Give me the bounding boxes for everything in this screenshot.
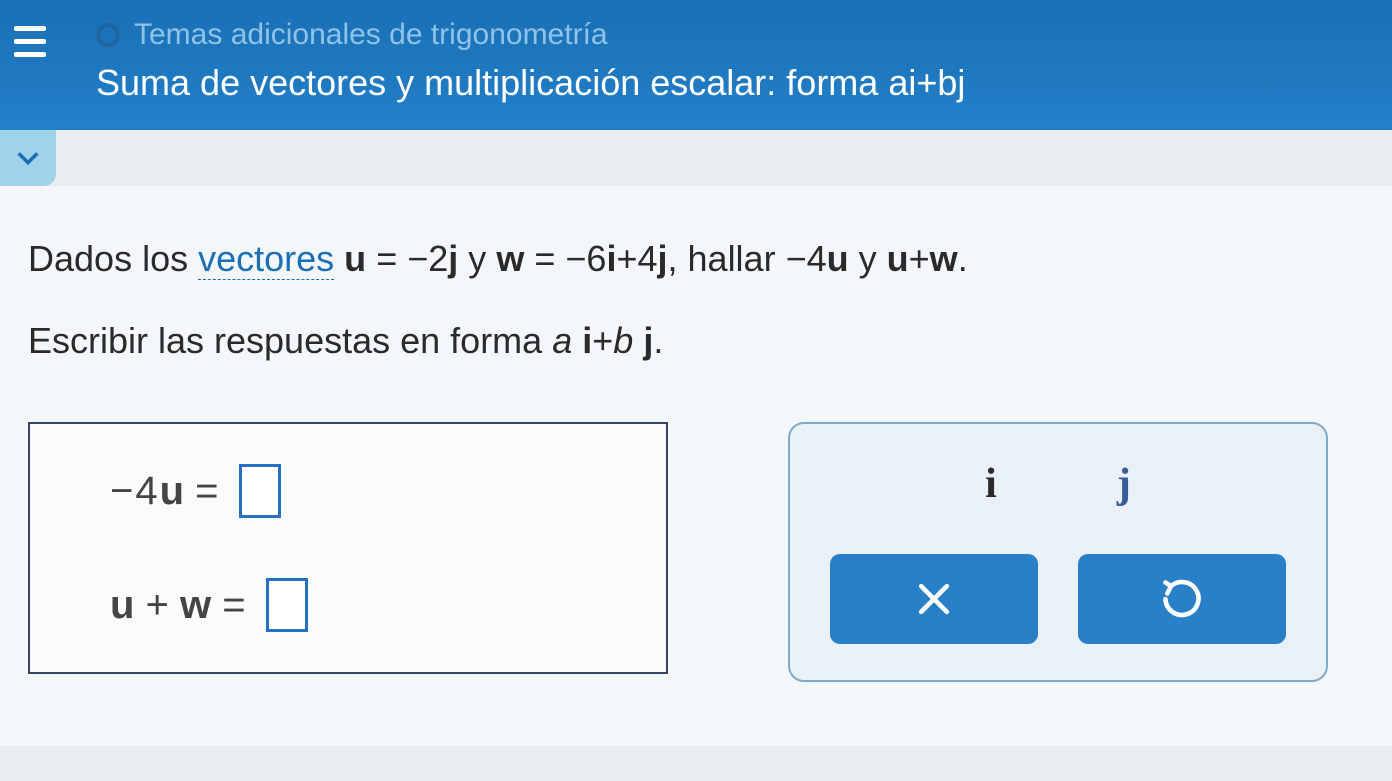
x-icon bbox=[912, 577, 956, 621]
and-1: y bbox=[458, 238, 496, 279]
expr1-vec: u bbox=[827, 238, 849, 279]
instr-j: j bbox=[643, 320, 653, 361]
q-period: . bbox=[958, 238, 968, 279]
ans1-vec: u bbox=[160, 469, 184, 513]
keypad-buttons-row bbox=[830, 554, 1286, 644]
w-coef-j: +4 bbox=[616, 238, 657, 279]
answer-input-2[interactable] bbox=[266, 578, 308, 632]
w-basis-i: i bbox=[606, 238, 616, 279]
w-coef-i: −6 bbox=[565, 238, 606, 279]
header-bar: Temas adicionales de trigonometría Suma … bbox=[0, 0, 1392, 130]
instr-period: . bbox=[653, 320, 663, 361]
bottom-row: −4u = u + w = i j bbox=[28, 422, 1362, 682]
var-u: u bbox=[344, 238, 366, 279]
u-coef: −2 bbox=[407, 238, 448, 279]
key-i[interactable]: i bbox=[985, 460, 997, 508]
expr2-w: w bbox=[930, 238, 958, 279]
topic-status-icon bbox=[96, 23, 120, 47]
keypad-vectors-row: i j bbox=[830, 460, 1286, 508]
w-basis-j: j bbox=[658, 238, 668, 279]
u-basis: j bbox=[448, 238, 458, 279]
ans2-eq: = bbox=[222, 583, 245, 627]
question-prefix: Dados los bbox=[28, 238, 198, 279]
menu-icon[interactable] bbox=[0, 18, 60, 65]
keypad-panel: i j bbox=[788, 422, 1328, 682]
answer-panel: −4u = u + w = bbox=[28, 422, 668, 674]
chevron-down-icon bbox=[14, 144, 42, 172]
expr2-plus: + bbox=[909, 238, 930, 279]
answer-line-2: u + w = bbox=[110, 578, 626, 632]
instr-plus: + bbox=[592, 320, 613, 361]
ans2-w: w bbox=[180, 583, 211, 627]
equals-1: = bbox=[376, 238, 397, 279]
ans1-scalar: −4 bbox=[110, 469, 160, 513]
question-text: Dados los vectores u = −2j y w = −6i+4j,… bbox=[28, 234, 1362, 284]
expr1-scalar: −4 bbox=[786, 238, 827, 279]
breadcrumb: Temas adicionales de trigonometría bbox=[134, 18, 608, 52]
ans2-plus: + bbox=[134, 583, 180, 627]
expand-toggle[interactable] bbox=[0, 130, 56, 186]
vectores-link[interactable]: vectores bbox=[198, 238, 334, 280]
ans2-u: u bbox=[110, 583, 134, 627]
reset-button[interactable] bbox=[1078, 554, 1286, 644]
page-title: Suma de vectores y multiplicación escala… bbox=[96, 62, 965, 104]
content-area: Dados los vectores u = −2j y w = −6i+4j,… bbox=[0, 186, 1392, 746]
undo-icon bbox=[1160, 577, 1204, 621]
instruction-text: Escribir las respuestas en forma a i+b j… bbox=[28, 320, 1362, 362]
header-titles: Temas adicionales de trigonometría Suma … bbox=[60, 18, 965, 104]
equals-2: = bbox=[534, 238, 555, 279]
find-text: , hallar bbox=[668, 238, 786, 279]
clear-button[interactable] bbox=[830, 554, 1038, 644]
and-2: y bbox=[849, 238, 887, 279]
ans1-eq: = bbox=[195, 469, 218, 513]
instr-prefix: Escribir las respuestas en forma bbox=[28, 320, 552, 361]
instr-b: b bbox=[613, 320, 633, 361]
expr2-u: u bbox=[887, 238, 909, 279]
answer-line-1: −4u = bbox=[110, 464, 626, 518]
instr-a: a bbox=[552, 320, 572, 361]
key-j[interactable]: j bbox=[1117, 460, 1131, 508]
instr-i: i bbox=[582, 320, 592, 361]
var-w: w bbox=[496, 238, 524, 279]
answer-input-1[interactable] bbox=[239, 464, 281, 518]
